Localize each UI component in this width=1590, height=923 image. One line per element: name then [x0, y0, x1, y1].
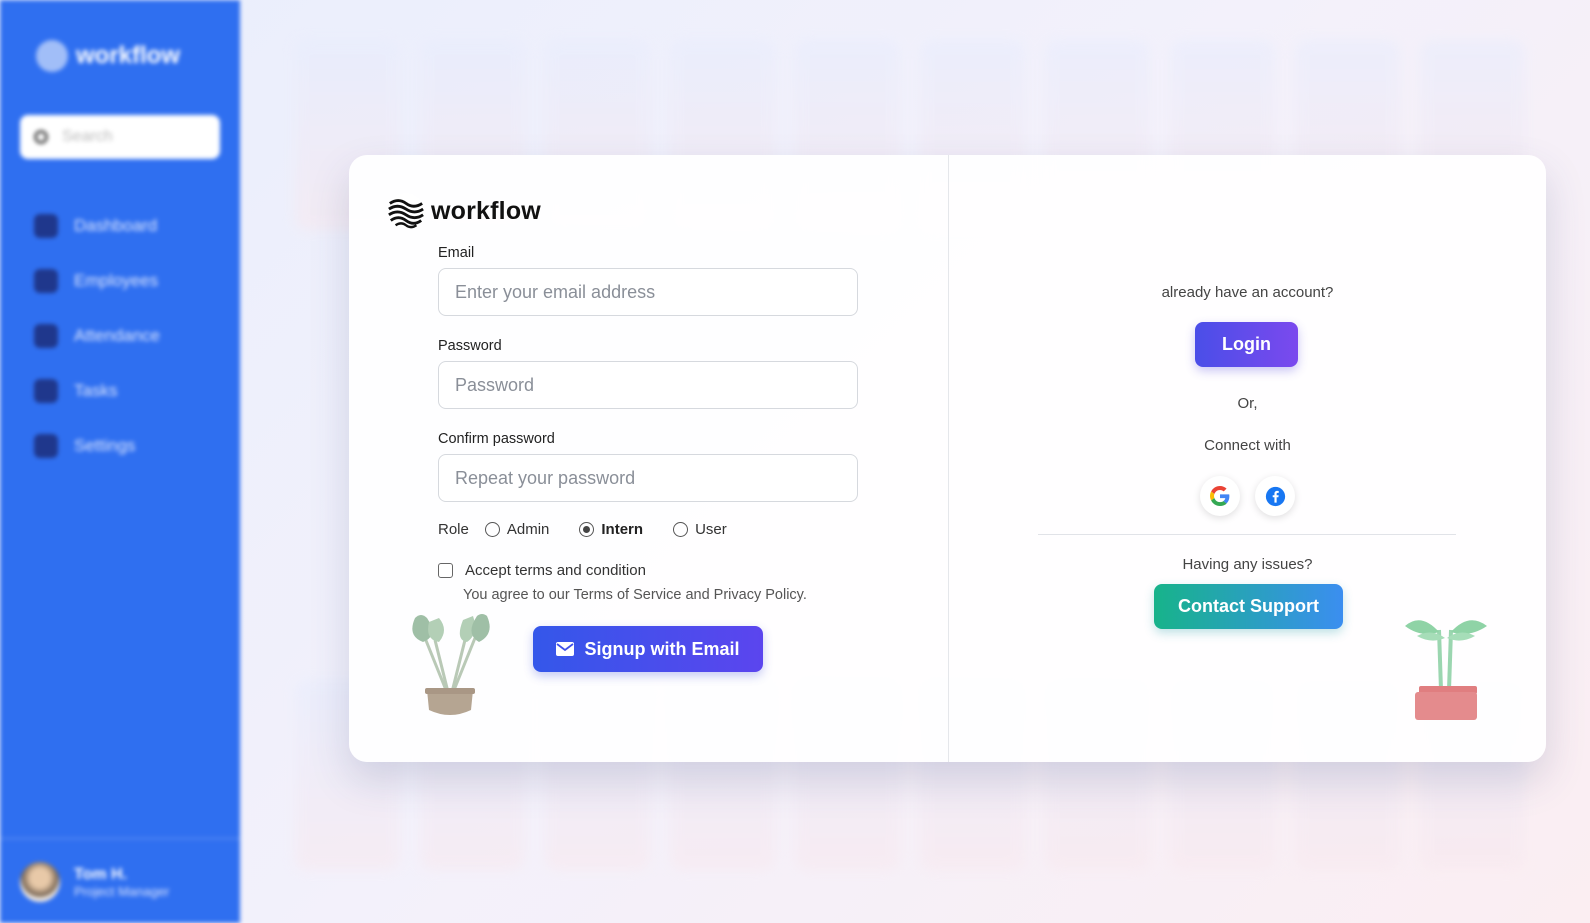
sidebar-search-placeholder: Search — [62, 128, 113, 145]
terms-row: Accept terms and condition — [438, 562, 646, 579]
role-option-admin[interactable]: Admin — [484, 521, 550, 538]
sidebar-search: Search — [20, 115, 220, 159]
facebook-login-button[interactable] — [1255, 476, 1295, 516]
google-icon — [1210, 486, 1230, 506]
radio-intern[interactable] — [579, 522, 595, 537]
confirm-password-field[interactable] — [438, 454, 858, 502]
sidebar-divider — [0, 838, 240, 839]
confirm-password-label: Confirm password — [438, 431, 555, 447]
logo-icon — [36, 40, 68, 72]
sidebar-item-label: Tasks — [74, 380, 118, 400]
workflow-logo-icon — [387, 192, 425, 230]
terms-label: Accept terms and condition — [465, 562, 646, 579]
signup-modal: workflow Email Password Confirm password… — [349, 155, 1546, 762]
home-icon — [34, 213, 58, 238]
brand-name: workflow — [431, 196, 541, 225]
sidebar-item-label: Dashboard — [74, 215, 158, 235]
divider — [1038, 534, 1456, 535]
signup-with-email-button[interactable]: Signup with Email — [533, 626, 763, 672]
sidebar-item-employees: Employees — [34, 253, 160, 308]
plant-illustration — [1405, 620, 1487, 720]
password-label: Password — [438, 338, 502, 354]
account-options-pane: already have an account? Login Or, Conne… — [949, 155, 1546, 762]
radio-admin[interactable] — [484, 522, 500, 537]
sidebar-item-settings: Settings — [34, 418, 160, 473]
search-icon — [34, 130, 48, 144]
having-issues-text: Having any issues? — [1182, 556, 1313, 573]
email-label: Email — [438, 245, 475, 261]
user-name: Tom H. — [74, 865, 128, 883]
sidebar-logo: workflow — [36, 40, 180, 72]
radio-user[interactable] — [673, 522, 689, 537]
google-login-button[interactable] — [1200, 476, 1240, 516]
avatar — [20, 862, 60, 902]
sidebar-item-label: Settings — [74, 435, 136, 455]
user-role: Project Manager — [74, 883, 170, 899]
calendar-icon — [34, 323, 58, 348]
plant-illustration — [412, 614, 490, 715]
or-text: Or, — [1237, 395, 1258, 412]
contact-support-button[interactable]: Contact Support — [1154, 584, 1343, 629]
mail-icon — [556, 642, 575, 656]
role-option-label: Admin — [506, 521, 550, 538]
gear-icon — [34, 433, 58, 458]
sidebar: workflow Search Dashboard Employees Atte… — [0, 0, 240, 923]
role-option-intern[interactable]: Intern — [579, 521, 643, 538]
sidebar-nav: Dashboard Employees Attendance Tasks Set… — [34, 198, 160, 473]
terms-checkbox[interactable] — [438, 563, 453, 578]
terms-note: You agree to our Terms of Service and Pr… — [463, 587, 807, 603]
role-option-user[interactable]: User — [673, 521, 727, 538]
sidebar-item-tasks: Tasks — [34, 363, 160, 418]
have-account-text: already have an account? — [1161, 284, 1334, 301]
password-field[interactable] — [438, 361, 858, 409]
role-selector: Role Admin Intern User — [438, 521, 757, 538]
facebook-icon — [1265, 486, 1285, 506]
role-option-label: User — [695, 521, 727, 538]
sidebar-item-label: Employees — [74, 270, 159, 290]
social-login-row — [1200, 476, 1295, 516]
signup-button-label: Signup with Email — [584, 638, 740, 659]
sidebar-brand-name: workflow — [76, 42, 181, 69]
login-button[interactable]: Login — [1195, 322, 1298, 367]
signup-form-pane: workflow Email Password Confirm password… — [349, 155, 949, 762]
checkbox-icon — [34, 378, 58, 403]
connect-with-text: Connect with — [1204, 437, 1291, 454]
sidebar-item-label: Attendance — [74, 325, 161, 345]
email-field[interactable] — [438, 268, 858, 316]
role-label: Role — [438, 521, 469, 538]
users-icon — [34, 268, 58, 293]
role-option-label: Intern — [601, 521, 644, 538]
sidebar-item-attendance: Attendance — [34, 308, 160, 363]
sidebar-user: Tom H. Project Manager — [20, 862, 169, 902]
brand: workflow — [387, 192, 541, 230]
sidebar-item-dashboard: Dashboard — [34, 198, 160, 253]
